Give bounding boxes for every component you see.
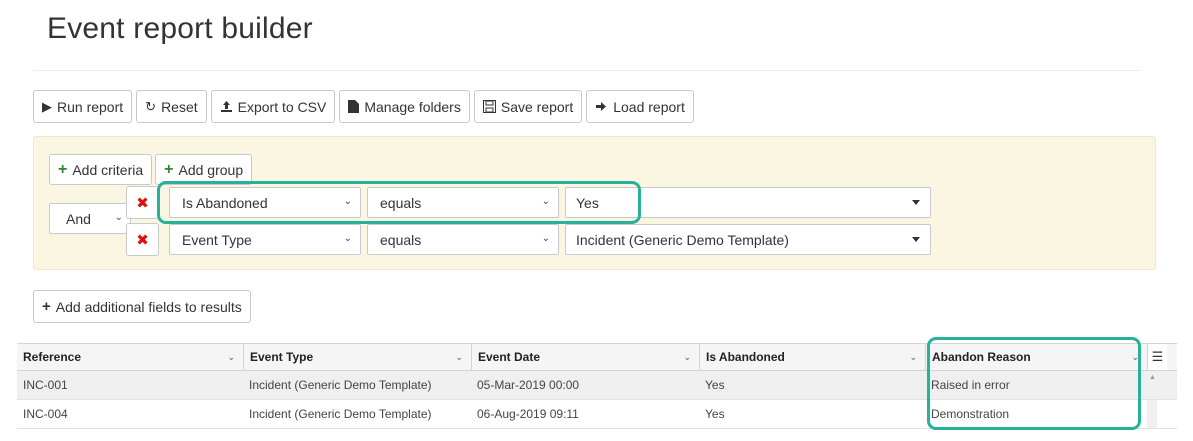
criteria-row: ✖ Event Type ⌄ equals ⌄ Incident (Generi…: [126, 223, 937, 256]
times-icon: ✖: [136, 231, 149, 249]
add-group-button[interactable]: + Add group: [155, 154, 253, 185]
refresh-icon: ↻: [145, 99, 157, 114]
run-report-button[interactable]: ▶ Run report: [33, 90, 133, 123]
criteria-value-select[interactable]: Yes: [565, 187, 931, 218]
add-criteria-button[interactable]: + Add criteria: [49, 154, 153, 185]
column-header[interactable]: Is Abandoned ⌄: [699, 344, 925, 370]
reset-label: Reset: [161, 98, 198, 115]
export-csv-label: Export to CSV: [237, 98, 327, 115]
save-report-button[interactable]: Save report: [473, 90, 583, 123]
criteria-field-select[interactable]: Is Abandoned ⌄: [169, 187, 361, 218]
table-cell: Incident (Generic Demo Template): [249, 378, 432, 392]
add-criteria-label: Add criteria: [72, 161, 144, 178]
toolbar: ▶ Run report ↻ Reset Export to CSV Manag…: [33, 90, 694, 123]
run-report-label: Run report: [57, 98, 124, 115]
vertical-scrollbar[interactable]: ▲: [1147, 371, 1157, 399]
vertical-scrollbar[interactable]: [1147, 400, 1157, 428]
column-header-label: Event Type: [250, 350, 314, 364]
file-icon: [348, 100, 360, 113]
criteria-field-value: Event Type: [182, 231, 252, 248]
plus-icon: +: [58, 160, 68, 178]
add-fields-label: Add additional fields to results: [55, 298, 242, 315]
table-cell: INC-004: [23, 407, 68, 421]
caret-down-icon: [912, 200, 920, 205]
table-row[interactable]: INC-001 Incident (Generic Demo Template)…: [17, 371, 1177, 400]
caret-down-icon: [912, 237, 920, 242]
scroll-up-icon[interactable]: ▲: [1149, 374, 1156, 381]
criteria-row: ✖ Is Abandoned ⌄ equals ⌄ Yes: [126, 186, 937, 219]
chevron-down-icon[interactable]: ⌄: [909, 352, 917, 363]
chevron-down-icon: ⌄: [343, 196, 352, 207]
export-csv-button[interactable]: Export to CSV: [210, 90, 336, 123]
table-cell: Yes: [705, 378, 725, 392]
load-report-label: Load report: [613, 98, 685, 115]
criteria-operator-value: equals: [380, 231, 422, 248]
manage-folders-button[interactable]: Manage folders: [339, 90, 470, 123]
column-header-label: Is Abandoned: [706, 350, 785, 364]
column-header[interactable]: Event Date ⌄: [471, 344, 699, 370]
plus-icon: +: [164, 160, 174, 178]
criteria-value-select[interactable]: Incident (Generic Demo Template): [565, 224, 931, 255]
results-grid: Reference ⌄ Event Type ⌄ Event Date ⌄ Is Ab…: [17, 343, 1177, 429]
criteria-operator-value: equals: [380, 194, 422, 211]
sign-in-icon: [595, 100, 608, 113]
grid-header: Reference ⌄ Event Type ⌄ Event Date ⌄ Is Ab…: [17, 343, 1177, 371]
save-report-label: Save report: [500, 98, 574, 115]
table-cell: Yes: [705, 407, 725, 421]
delete-criteria-button[interactable]: ✖: [126, 186, 159, 219]
table-row[interactable]: INC-004 Incident (Generic Demo Template)…: [17, 400, 1177, 429]
chevron-down-icon[interactable]: ⌄: [1131, 352, 1139, 363]
upload-icon: [220, 100, 233, 113]
chevron-down-icon: ⌄: [541, 233, 550, 244]
chevron-down-icon[interactable]: ⌄: [227, 352, 235, 363]
hamburger-menu-icon[interactable]: ☰: [1147, 344, 1167, 370]
column-header-label: Event Date: [478, 350, 541, 364]
title-divider: [33, 70, 1141, 71]
chevron-down-icon: ⌄: [541, 196, 550, 207]
add-group-label: Add group: [178, 161, 244, 178]
table-cell: Incident (Generic Demo Template): [249, 407, 432, 421]
save-icon: [482, 100, 496, 113]
criteria-value-text: Yes: [576, 194, 599, 211]
table-cell: Raised in error: [931, 378, 1010, 392]
chevron-down-icon[interactable]: ⌄: [455, 352, 463, 363]
criteria-field-select[interactable]: Event Type ⌄: [169, 224, 361, 255]
delete-criteria-button[interactable]: ✖: [126, 223, 159, 256]
criteria-panel: + Add criteria + Add group And ⌄ ✖ Is Ab…: [33, 136, 1156, 270]
page-title: Event report builder: [47, 12, 313, 45]
criteria-value-text: Incident (Generic Demo Template): [576, 231, 789, 248]
table-cell: 05-Mar-2019 00:00: [477, 378, 580, 392]
chevron-down-icon: ⌄: [343, 233, 352, 244]
column-header[interactable]: Event Type ⌄: [243, 344, 471, 370]
chevron-down-icon[interactable]: ⌄: [683, 352, 691, 363]
table-cell: INC-001: [23, 378, 68, 392]
reset-button[interactable]: ↻ Reset: [136, 90, 207, 123]
load-report-button[interactable]: Load report: [586, 90, 694, 123]
conjunction-value: And: [66, 210, 91, 227]
conjunction-select[interactable]: And ⌄: [49, 203, 131, 234]
criteria-operator-select[interactable]: equals ⌄: [367, 224, 559, 255]
manage-folders-label: Manage folders: [364, 98, 461, 115]
column-header-label: Reference: [23, 350, 82, 364]
criteria-actions: + Add criteria + Add group: [49, 154, 253, 185]
add-fields-button[interactable]: + Add additional fields to results: [33, 290, 251, 323]
column-header-label: Abandon Reason: [932, 350, 1031, 364]
criteria-field-value: Is Abandoned: [182, 194, 268, 211]
column-header[interactable]: Reference ⌄: [17, 344, 243, 370]
table-cell: 06-Aug-2019 09:11: [477, 407, 579, 421]
times-icon: ✖: [136, 194, 149, 212]
chevron-down-icon: ⌄: [114, 212, 123, 223]
column-header[interactable]: Abandon Reason ⌄: [925, 344, 1147, 370]
plus-icon: +: [42, 298, 51, 315]
criteria-operator-select[interactable]: equals ⌄: [367, 187, 559, 218]
table-cell: Demonstration: [931, 407, 1010, 421]
play-icon: ▶: [42, 99, 52, 114]
